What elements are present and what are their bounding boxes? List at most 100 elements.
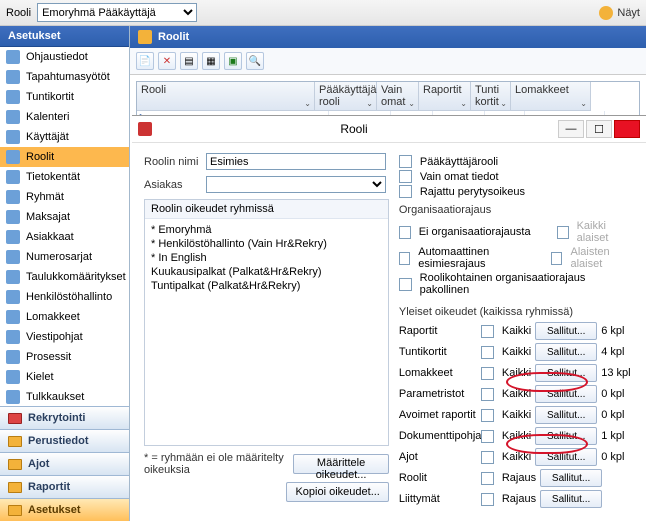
sidebar-item-3[interactable]: Kalenteri — [0, 107, 129, 127]
col-header-5[interactable]: Lomakkeet⌄ — [511, 82, 591, 111]
all-sub-checkbox — [557, 226, 569, 239]
delete-button[interactable]: ✕ — [158, 52, 176, 70]
group-item-0[interactable]: * Emoryhmä — [151, 223, 382, 237]
nav-icon — [6, 250, 20, 264]
nav-label: Taulukkomääritykset — [26, 271, 126, 283]
perm-all-checkbox[interactable] — [481, 388, 494, 401]
perm-title: Yleiset oikeudet (kaikissa ryhmissä) — [399, 306, 634, 318]
sidebar-item-17[interactable]: Tulkkaukset — [0, 387, 129, 406]
define-rights-button[interactable]: Määrittele oikeudet... — [293, 454, 389, 474]
role-select[interactable]: Emoryhmä Pääkäyttäjä — [37, 3, 197, 22]
sidebar-item-9[interactable]: Asiakkaat — [0, 227, 129, 247]
all-label: Kaikki — [502, 346, 531, 358]
sidebar-item-0[interactable]: Ohjaustiedot — [0, 47, 129, 67]
sidebar-item-16[interactable]: Kielet — [0, 367, 129, 387]
group-item-3[interactable]: Kuukausipalkat (Palkat&Hr&Rekry) — [151, 265, 382, 279]
group-list[interactable]: * Emoryhmä* Henkilöstöhallinto (Vain Hr&… — [145, 219, 388, 445]
nav-icon — [6, 190, 20, 204]
perm-row-3: ParametristotKaikkiSallitut...0 kpl — [399, 385, 634, 403]
allowed-button[interactable]: Sallitut... — [535, 427, 597, 445]
tab-label: Rekrytointi — [28, 412, 85, 424]
extra-checkbox[interactable] — [481, 472, 494, 485]
role-label: Rooli — [6, 7, 31, 19]
sidebar-item-10[interactable]: Numerosarjat — [0, 247, 129, 267]
sidebar-item-4[interactable]: Käyttäjät — [0, 127, 129, 147]
perm-all-checkbox[interactable] — [481, 409, 494, 422]
perm-count: 4 kpl — [601, 346, 633, 358]
allowed-button[interactable]: Sallitut... — [540, 490, 602, 508]
org-none-label: Ei organisaatiorajausta — [419, 226, 553, 238]
group-item-4[interactable]: Tuntipalkat (Palkat&Hr&Rekry) — [151, 279, 382, 293]
perm-all-checkbox[interactable] — [481, 346, 494, 359]
minimize-button[interactable]: — — [558, 120, 584, 138]
col-header-1[interactable]: Pääkäyttäjä rooli⌄ — [315, 82, 377, 111]
grid-button[interactable]: ▦ — [202, 52, 220, 70]
extra-checkbox[interactable] — [481, 493, 494, 506]
nav-label: Ohjaustiedot — [26, 51, 88, 63]
bottom-tab-2[interactable]: Ajot — [0, 452, 129, 475]
sidebar-item-15[interactable]: Prosessit — [0, 347, 129, 367]
col-header-4[interactable]: Tunti kortit⌄ — [471, 82, 511, 111]
bottom-tab-4[interactable]: Asetukset — [0, 498, 129, 521]
group-rights: Roolin oikeudet ryhmissä * Emoryhmä* Hen… — [144, 199, 389, 446]
allowed-button[interactable]: Sallitut... — [540, 469, 602, 487]
allowed-button[interactable]: Sallitut... — [535, 385, 597, 403]
all-label: Kaikki — [502, 451, 531, 463]
org-auto-checkbox[interactable] — [399, 252, 410, 265]
chevron-down-icon: ⌄ — [408, 99, 415, 108]
close-button[interactable] — [614, 120, 640, 138]
perm-all-checkbox[interactable] — [481, 325, 494, 338]
sidebar-item-8[interactable]: Maksajat — [0, 207, 129, 227]
sidebar-item-11[interactable]: Taulukkomääritykset — [0, 267, 129, 287]
new-button[interactable]: 📄 — [136, 52, 154, 70]
sidebar-item-7[interactable]: Ryhmät — [0, 187, 129, 207]
content-toolbar: 📄 ✕ ▤ ▦ ▣ 🔍 — [130, 48, 646, 75]
client-select[interactable] — [206, 176, 386, 193]
col-header-0[interactable]: Rooli⌄ — [137, 82, 315, 111]
sidebar-item-14[interactable]: Viestipohjat — [0, 327, 129, 347]
col-header-2[interactable]: Vain omat⌄ — [377, 82, 419, 111]
bottom-tab-3[interactable]: Raportit — [0, 475, 129, 498]
sidebar-item-1[interactable]: Tapahtumasyötöt — [0, 67, 129, 87]
admin-label: Pääkäyttäjärooli — [420, 156, 498, 168]
allowed-button[interactable]: Sallitut... — [535, 364, 597, 382]
rajaus-label: Rajaus — [502, 472, 536, 484]
inherit-checkbox[interactable] — [399, 185, 412, 198]
export-button[interactable]: ▣ — [224, 52, 242, 70]
org-role-checkbox[interactable] — [399, 278, 412, 291]
perm-count: 1 kpl — [601, 430, 633, 442]
sidebar-item-2[interactable]: Tuntikortit — [0, 87, 129, 107]
group-item-2[interactable]: * In English — [151, 251, 382, 265]
folder-icon — [8, 436, 22, 447]
list-button[interactable]: ▤ — [180, 52, 198, 70]
sidebar-item-6[interactable]: Tietokentät — [0, 167, 129, 187]
sidebar-item-13[interactable]: Lomakkeet — [0, 307, 129, 327]
nav-label: Tuntikortit — [26, 91, 74, 103]
perm-all-checkbox[interactable] — [481, 367, 494, 380]
org-none-checkbox[interactable] — [399, 226, 411, 239]
allowed-button[interactable]: Sallitut... — [535, 343, 597, 361]
search-button[interactable]: 🔍 — [246, 52, 264, 70]
perm-label: Avoimet raportit — [399, 409, 477, 421]
sidebar-item-5[interactable]: Roolit — [0, 147, 129, 167]
bottom-tab-1[interactable]: Perustiedot — [0, 429, 129, 452]
dialog-titlebar: Rooli — ☐ — [132, 116, 646, 143]
allowed-button[interactable]: Sallitut... — [535, 406, 597, 424]
perm-all-checkbox[interactable] — [481, 430, 494, 443]
group-rights-header: Roolin oikeudet ryhmissä — [145, 200, 388, 219]
nav-label: Lomakkeet — [26, 311, 80, 323]
admin-checkbox[interactable] — [399, 155, 412, 168]
allowed-button[interactable]: Sallitut... — [535, 448, 597, 466]
copy-rights-button[interactable]: Kopioi oikeudet... — [286, 482, 388, 502]
note-text: * = ryhmään ei ole määritelty oikeuksia — [144, 452, 287, 476]
bottom-tab-0[interactable]: Rekrytointi — [0, 406, 129, 429]
perm-all-checkbox[interactable] — [481, 451, 494, 464]
role-name-input[interactable] — [206, 153, 386, 170]
group-item-1[interactable]: * Henkilöstöhallinto (Vain Hr&Rekry) — [151, 237, 382, 251]
col-header-3[interactable]: Raportit⌄ — [419, 82, 471, 111]
allowed-button[interactable]: Sallitut... — [535, 322, 597, 340]
maximize-button[interactable]: ☐ — [586, 120, 612, 138]
nav-icon — [6, 90, 20, 104]
sidebar-item-12[interactable]: Henkilöstöhallinto — [0, 287, 129, 307]
own-checkbox[interactable] — [399, 170, 412, 183]
